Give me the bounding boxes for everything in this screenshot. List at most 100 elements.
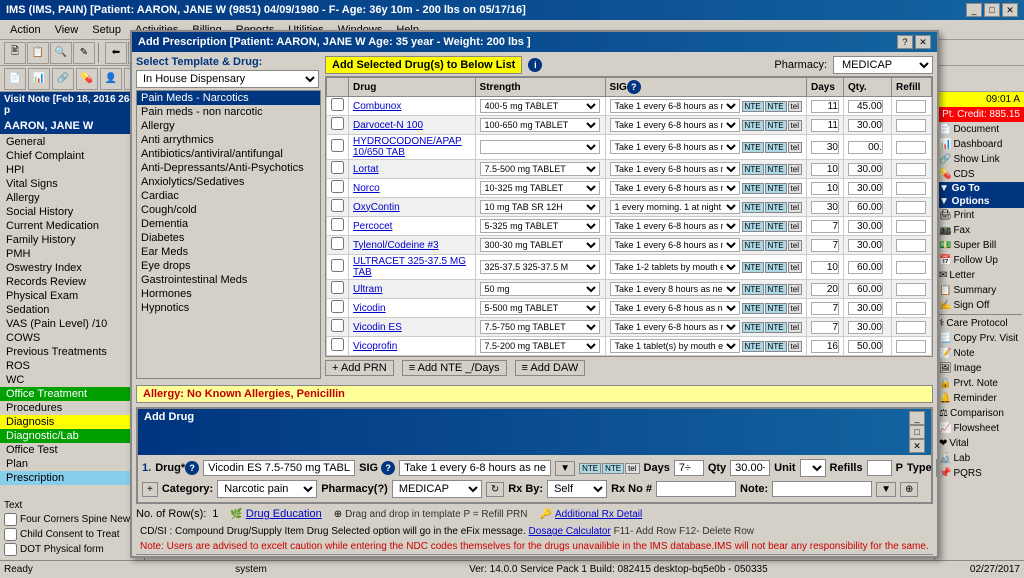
dot-physical-checkbox[interactable] xyxy=(4,543,17,556)
right-btn-letter[interactable]: ✉ Letter xyxy=(935,268,1024,283)
nte-badge[interactable]: NTE xyxy=(742,202,764,213)
oxycontin-days[interactable] xyxy=(811,201,839,214)
tylenol-checkbox[interactable] xyxy=(331,237,344,250)
vicodin-refill[interactable] xyxy=(896,302,926,315)
qty-field[interactable] xyxy=(730,460,770,476)
type-select[interactable] xyxy=(936,459,937,477)
percocet-link[interactable]: Percocet xyxy=(353,221,392,232)
tylenol-days[interactable] xyxy=(811,239,839,252)
sidebar-item-physical-exam[interactable]: Physical Exam▶ xyxy=(0,289,144,303)
right-btn-cds[interactable]: 💊 CDS xyxy=(935,167,1024,182)
right-btn-sign-off[interactable]: ✍ Sign Off xyxy=(935,298,1024,313)
menu-setup[interactable]: Setup xyxy=(86,23,127,37)
lortat-strength[interactable]: 7.5-500 mg TABLET xyxy=(480,162,600,176)
tylenol-refill[interactable] xyxy=(896,239,926,252)
nte-badge[interactable]: NTE xyxy=(765,120,787,131)
nte-badge[interactable]: NTE xyxy=(765,341,787,352)
tylenol-link[interactable]: Tylenol/Codeine #3 xyxy=(353,240,439,251)
sidebar-item-previous-treatments[interactable]: Previous Treatments▶ xyxy=(0,345,144,359)
nte-badge[interactable]: NTE xyxy=(765,101,787,112)
nte-badge-row1[interactable]: NTE xyxy=(579,463,601,474)
right-btn-flowsheet[interactable]: 📈 Flowsheet xyxy=(935,421,1024,436)
vicodin-qty[interactable] xyxy=(848,302,883,315)
vicoprofin-checkbox[interactable] xyxy=(331,338,344,351)
ultracet-checkbox[interactable] xyxy=(331,259,344,272)
right-btn-fax[interactable]: 📠 Fax xyxy=(935,223,1024,238)
vicodin-es-days[interactable] xyxy=(811,321,839,334)
sidebar-item-records-review[interactable]: Records Review▶ xyxy=(0,275,144,289)
right-btn-super-bill[interactable]: 💵 Super Bill xyxy=(935,238,1024,253)
nte-badge[interactable]: tel xyxy=(788,284,802,295)
note-extra-btn[interactable]: ⊕ xyxy=(900,482,918,497)
vicodin-strength[interactable]: 5-500 mg TABLET xyxy=(480,301,600,315)
nte-badge[interactable]: tel xyxy=(788,101,802,112)
menu-action[interactable]: Action xyxy=(4,23,47,37)
vicodin-es-strength[interactable]: 7.5-750 mg TABLET xyxy=(480,320,600,334)
rx-no-field[interactable] xyxy=(656,481,736,497)
right-btn-summary[interactable]: 📋 Summary xyxy=(935,283,1024,298)
norco-refill[interactable] xyxy=(896,182,926,195)
darvocet-strength[interactable]: 100-650 mg TABLET xyxy=(480,118,600,132)
dosage-calc-link[interactable]: Dosage Calculator xyxy=(529,526,611,537)
nte-badge[interactable]: NTE xyxy=(742,240,764,251)
nte-badge[interactable]: tel xyxy=(788,341,802,352)
norco-days[interactable] xyxy=(811,182,839,195)
four-corners-checkbox[interactable] xyxy=(4,513,17,526)
vicoprofin-link[interactable]: Vicoprofin xyxy=(353,341,397,352)
vicodin-checkbox[interactable] xyxy=(331,300,344,313)
ultracet-link[interactable]: ULTRACET 325-37.5 MG TAB xyxy=(353,256,466,278)
right-btn-print[interactable]: 🖨 Print xyxy=(935,208,1024,223)
nte-badge[interactable]: tel xyxy=(788,221,802,232)
vicodin-sig[interactable]: Take 1 every 6-8 hous as neede xyxy=(610,301,740,315)
nte-badge[interactable]: NTE xyxy=(765,164,787,175)
days-field[interactable] xyxy=(674,460,704,476)
right-btn-note[interactable]: 📝 Note xyxy=(935,346,1024,361)
sidebar-item-office-test[interactable]: Office Test▶ xyxy=(0,443,144,457)
sidebar-item-current-medication[interactable]: Current Medication▶ xyxy=(0,219,144,233)
sidebar-item-plan[interactable]: Plan▶ xyxy=(0,457,144,471)
nte-badge[interactable]: NTE xyxy=(765,262,787,273)
nte-badge-row1c[interactable]: tel xyxy=(625,463,639,474)
combunox-qty[interactable] xyxy=(848,100,883,113)
ultracet-strength[interactable]: 325-37.5 325-37.5 M xyxy=(480,260,600,274)
note-expand-btn[interactable]: ▼ xyxy=(876,482,896,497)
nte-badge[interactable]: NTE xyxy=(765,240,787,251)
restore-button[interactable]: □ xyxy=(984,3,1000,17)
sidebar-item-procedures[interactable]: Procedures▶ xyxy=(0,401,144,415)
darvocet-link[interactable]: Darvocet-N 100 xyxy=(353,120,423,131)
vicodin-es-link[interactable]: Vicodin ES xyxy=(353,322,402,333)
sidebar-item-social-history[interactable]: Social History▶ xyxy=(0,205,144,219)
sidebar-item-vital-signs[interactable]: Vital Signs▶ xyxy=(0,177,144,191)
hydrocodone-checkbox[interactable] xyxy=(331,139,344,152)
nte-badge[interactable]: tel xyxy=(788,262,802,273)
tb-btn-5[interactable]: ⬅ xyxy=(105,42,127,64)
pharmacy-refresh-btn[interactable]: ↻ xyxy=(486,482,504,497)
vicodin-days[interactable] xyxy=(811,302,839,315)
oxycontin-link[interactable]: OxyContin xyxy=(353,202,400,213)
sidebar-item-chief-complaint[interactable]: Chief Complaint▶ xyxy=(0,149,144,163)
right-btn-prvt-note[interactable]: 🔒 Prvt. Note xyxy=(935,376,1024,391)
sidebar-item-vas[interactable]: VAS (Pain Level) /10▶ xyxy=(0,317,144,331)
sidebar-item-general[interactable]: General▶ xyxy=(0,135,144,149)
right-btn-dashboard[interactable]: 📊 Dashboard xyxy=(935,137,1024,152)
vicodin-es-qty[interactable] xyxy=(848,321,883,334)
nte-badge[interactable]: NTE xyxy=(742,164,764,175)
template-item-antibiotics[interactable]: Antibiotics/antiviral/antifungal xyxy=(137,147,320,161)
sidebar-item-cows[interactable]: COWS▶ xyxy=(0,331,144,345)
vicoprofin-days[interactable] xyxy=(811,340,839,353)
darvocet-days[interactable] xyxy=(811,119,839,132)
vicoprofin-sig[interactable]: Take 1 tablet(s) by mouth every 8 xyxy=(610,339,740,353)
add-drug-minimize[interactable]: _ xyxy=(909,411,925,425)
sig-help-icon2[interactable]: ? xyxy=(381,461,395,475)
sidebar-item-allergy[interactable]: Allergy▶ xyxy=(0,191,144,205)
nte-badge[interactable]: NTE xyxy=(742,221,764,232)
template-item-cough[interactable]: Cough/cold xyxy=(137,203,320,217)
nte-badge[interactable]: NTE xyxy=(765,284,787,295)
nte-badge[interactable]: tel xyxy=(788,142,802,153)
tb2-btn-5[interactable]: 👤 xyxy=(100,68,122,90)
pharmacy2-select[interactable]: MEDICAP xyxy=(392,480,482,498)
lortat-sig[interactable]: Take 1 every 6-8 hours as neede xyxy=(610,162,740,176)
add-drug-close[interactable]: ✕ xyxy=(909,439,925,453)
template-item-dementia[interactable]: Dementia xyxy=(137,217,320,231)
lortat-checkbox[interactable] xyxy=(331,161,344,174)
